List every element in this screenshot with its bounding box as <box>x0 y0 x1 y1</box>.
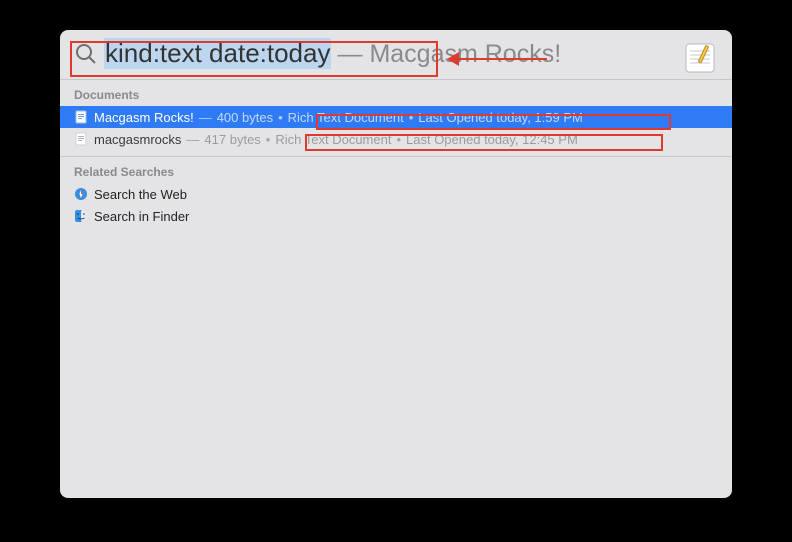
spotlight-window: kind:text date:today — Macgasm Rocks! Do… <box>60 30 732 498</box>
document-size: 400 bytes <box>217 110 273 125</box>
search-query-text: kind:text date:today <box>104 38 331 69</box>
related-label: Search the Web <box>94 187 187 202</box>
related-section-label: Related Searches <box>60 157 732 183</box>
documents-section-label: Documents <box>60 80 732 106</box>
search-suggestion: — Macgasm Rocks! <box>337 40 561 69</box>
document-kind: Rich Text Document <box>275 132 391 147</box>
textedit-icon <box>682 40 718 76</box>
document-opened: Last Opened today, 12:45 PM <box>406 132 578 147</box>
search-input[interactable]: kind:text date:today — Macgasm Rocks! <box>104 38 561 69</box>
finder-icon <box>74 209 88 223</box>
safari-icon <box>74 187 88 201</box>
document-kind: Rich Text Document <box>288 110 404 125</box>
document-name: Macgasm Rocks! <box>94 110 194 125</box>
related-search-finder[interactable]: Search in Finder <box>60 205 732 227</box>
document-name: macgasmrocks <box>94 132 181 147</box>
search-row: kind:text date:today — Macgasm Rocks! <box>60 30 732 79</box>
search-icon <box>74 42 98 66</box>
document-opened: Last Opened today, 1:59 PM <box>418 110 583 125</box>
rtf-file-icon <box>74 110 88 124</box>
document-result-row[interactable]: macgasmrocks — 417 bytes • Rich Text Doc… <box>60 128 732 150</box>
document-result-row[interactable]: Macgasm Rocks! — 400 bytes • Rich Text D… <box>60 106 732 128</box>
related-label: Search in Finder <box>94 209 189 224</box>
related-search-web[interactable]: Search the Web <box>60 183 732 205</box>
document-size: 417 bytes <box>204 132 260 147</box>
rtf-file-icon <box>74 132 88 146</box>
